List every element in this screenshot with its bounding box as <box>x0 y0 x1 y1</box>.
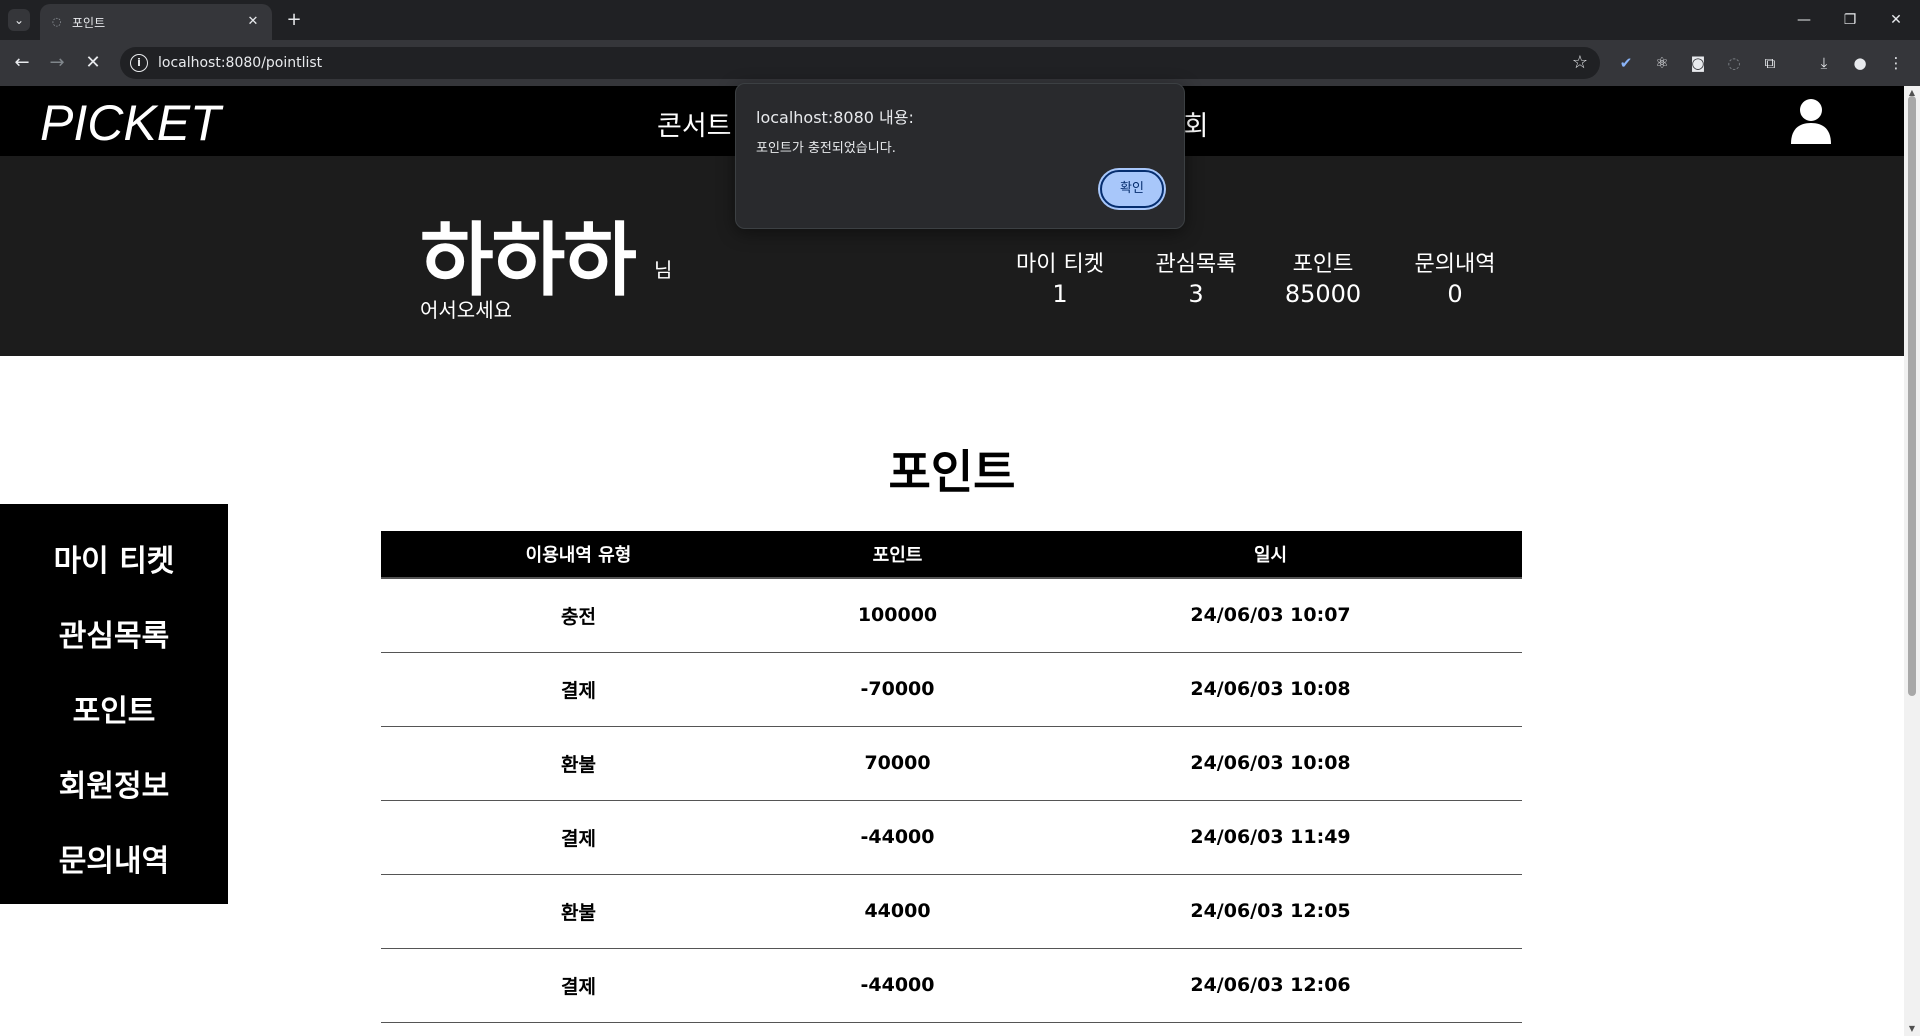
cell-date: 24/06/03 10:07 <box>1019 578 1522 653</box>
extension-refresh-icon[interactable]: ◌ <box>1722 51 1746 75</box>
point-history-table: 이용내역 유형 포인트 일시 충전 100000 24/06/03 10:07 … <box>381 531 1522 1023</box>
cell-points: 100000 <box>776 578 1019 653</box>
table-row: 결제 -70000 24/06/03 10:08 <box>381 652 1522 727</box>
tab-close-icon[interactable]: ✕ <box>244 13 262 31</box>
browser-toolbar: ← → ✕ i localhost:8080/pointlist ☆ ✔ ⚛ ◙… <box>0 40 1920 86</box>
stat-value: 85000 <box>1284 280 1362 308</box>
stat-inquiries[interactable]: 문의내역 0 <box>1385 246 1525 308</box>
cell-points: 44000 <box>776 874 1019 949</box>
cell-type: 결제 <box>381 948 776 1023</box>
cell-type: 충전 <box>381 578 776 653</box>
table-row: 결제 -44000 24/06/03 11:49 <box>381 800 1522 875</box>
minimize-button[interactable]: — <box>1784 6 1824 34</box>
restore-button[interactable]: ❐ <box>1830 6 1870 34</box>
download-icon[interactable]: ⤓ <box>1812 51 1836 75</box>
browser-tab[interactable]: ◌ 포인트 ✕ <box>40 4 272 40</box>
alert-message: 포인트가 충전되었습니다. <box>756 141 896 156</box>
extension-gear-icon[interactable]: ⚛ <box>1650 51 1674 75</box>
stat-points[interactable]: 포인트 85000 <box>1253 246 1393 308</box>
stop-loading-button[interactable]: ✕ <box>80 50 106 76</box>
table-row: 결제 -44000 24/06/03 12:06 <box>381 948 1522 1023</box>
table-row: 환불 44000 24/06/03 12:05 <box>381 874 1522 949</box>
new-tab-button[interactable]: + <box>282 8 306 32</box>
bookmark-star-icon[interactable]: ☆ <box>1572 52 1588 73</box>
sidebar-item-my-ticket[interactable]: 마이 티켓 <box>0 536 228 580</box>
cell-type: 환불 <box>381 726 776 801</box>
cell-date: 24/06/03 12:05 <box>1019 874 1522 949</box>
stat-value: 0 <box>1447 280 1463 308</box>
stat-my-ticket[interactable]: 마이 티켓 1 <box>990 246 1130 308</box>
cell-points: -44000 <box>776 948 1019 1023</box>
site-info-icon[interactable]: i <box>130 54 148 72</box>
url-text[interactable]: localhost:8080/pointlist <box>158 55 322 71</box>
column-header-type: 이용내역 유형 <box>381 531 776 579</box>
extension-camera-icon[interactable]: ◙ <box>1686 51 1710 75</box>
vertical-scrollbar[interactable]: ▲ ▼ <box>1904 86 1920 1036</box>
alert-ok-button[interactable]: 확인 <box>1100 170 1164 208</box>
sidebar-item-points[interactable]: 포인트 <box>0 686 228 730</box>
nav-concert[interactable]: 콘서트 <box>657 104 732 143</box>
cell-points: -70000 <box>776 652 1019 727</box>
stat-value: 1 <box>1052 280 1068 308</box>
stat-value: 3 <box>1188 280 1204 308</box>
site-logo[interactable]: PICKET <box>40 94 221 152</box>
stat-label: 마이 티켓 <box>1016 252 1104 277</box>
column-header-points: 포인트 <box>776 531 1019 579</box>
back-button[interactable]: ← <box>9 50 35 76</box>
sidebar-item-member-info[interactable]: 회원정보 <box>0 761 228 805</box>
profile-icon[interactable]: ● <box>1848 51 1872 75</box>
user-icon[interactable] <box>1790 98 1832 144</box>
menu-kebab-icon[interactable]: ⋮ <box>1884 51 1908 75</box>
tab-search-chevron-icon[interactable]: ⌄ <box>8 9 30 31</box>
cell-date: 24/06/03 11:49 <box>1019 800 1522 875</box>
table-header-row: 이용내역 유형 포인트 일시 <box>381 531 1522 579</box>
sidebar-menu: 마이 티켓 관심목록 포인트 회원정보 문의내역 <box>0 504 228 904</box>
close-window-button[interactable]: ✕ <box>1876 6 1916 34</box>
forward-button[interactable]: → <box>44 50 70 76</box>
stat-wishlist[interactable]: 관심목록 3 <box>1126 246 1266 308</box>
extension-check-icon[interactable]: ✔ <box>1614 51 1638 75</box>
loading-favicon-icon: ◌ <box>52 15 62 28</box>
stat-label: 문의내역 <box>1414 252 1496 277</box>
scroll-thumb[interactable] <box>1908 96 1916 696</box>
cell-type: 결제 <box>381 800 776 875</box>
alert-dialog: localhost:8080 내용: 포인트가 충전되었습니다. 확인 <box>735 83 1185 229</box>
alert-title: localhost:8080 내용: <box>756 108 914 127</box>
cell-date: 24/06/03 12:06 <box>1019 948 1522 1023</box>
scroll-down-arrow-icon[interactable]: ▼ <box>1907 1024 1917 1034</box>
page-title: 포인트 <box>888 445 1016 499</box>
sidebar-item-wishlist[interactable]: 관심목록 <box>0 611 228 655</box>
welcome-text: 어서오세요 <box>420 298 512 322</box>
browser-tab-strip: ⌄ ◌ 포인트 ✕ + — ❐ ✕ <box>0 0 1920 40</box>
cell-date: 24/06/03 10:08 <box>1019 652 1522 727</box>
stat-label: 관심목록 <box>1155 252 1237 277</box>
address-bar[interactable]: i localhost:8080/pointlist ☆ <box>120 47 1600 79</box>
sidebar-item-inquiries[interactable]: 문의내역 <box>0 836 228 880</box>
cell-type: 환불 <box>381 874 776 949</box>
table-row: 환불 70000 24/06/03 10:08 <box>381 726 1522 801</box>
cell-type: 결제 <box>381 652 776 727</box>
extensions-puzzle-icon[interactable]: ⧉ <box>1758 51 1782 75</box>
tab-title: 포인트 <box>72 16 106 30</box>
cell-date: 24/06/03 10:08 <box>1019 726 1522 801</box>
cell-points: 70000 <box>776 726 1019 801</box>
honorific-suffix: 님 <box>654 258 673 282</box>
cell-points: -44000 <box>776 800 1019 875</box>
column-header-date: 일시 <box>1019 531 1522 579</box>
stat-label: 포인트 <box>1292 252 1354 277</box>
table-row: 충전 100000 24/06/03 10:07 <box>381 578 1522 653</box>
